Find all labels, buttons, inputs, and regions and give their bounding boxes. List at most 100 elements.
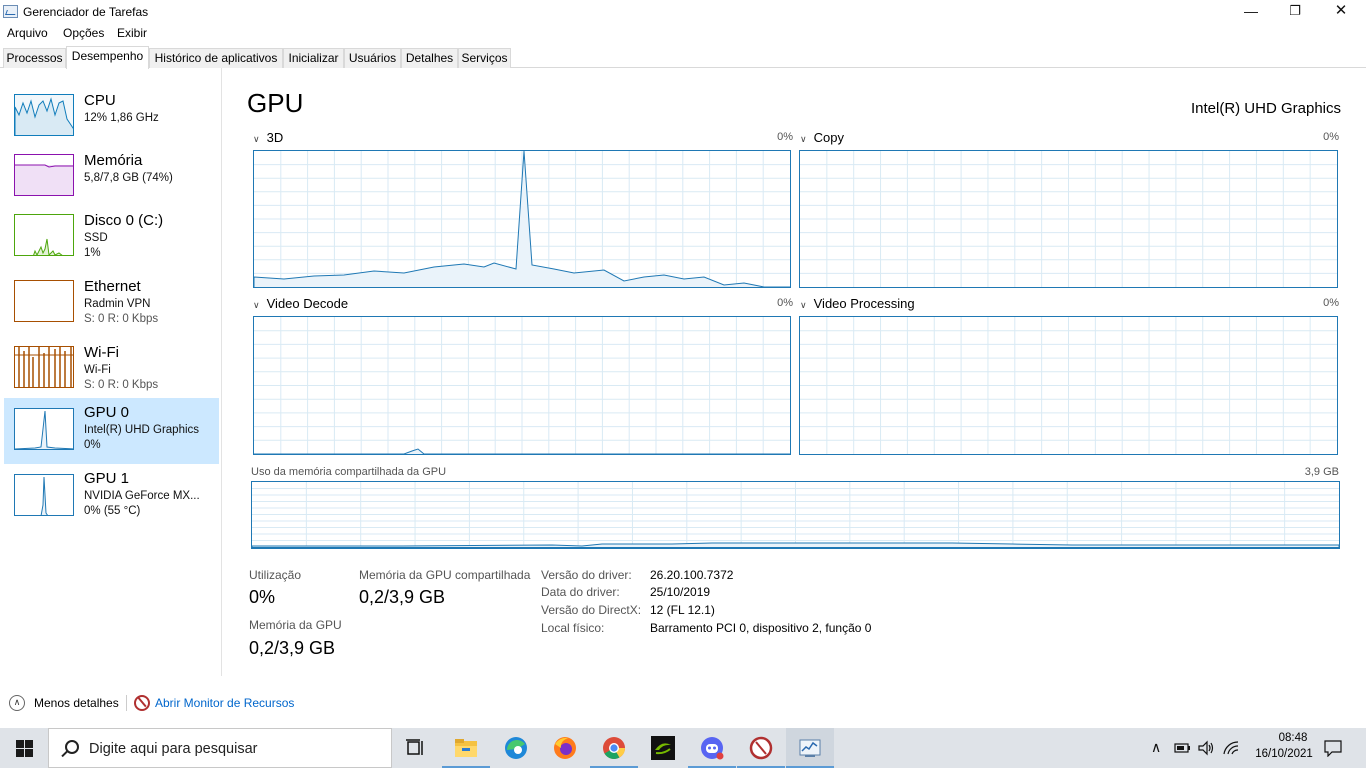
graph-title-3d[interactable]: ∨ 3D [253,130,283,145]
taskbar-clock-time[interactable]: 08:48 [1264,732,1322,744]
gpu-memory-value: 0,2/3,9 GB [249,638,336,658]
tab-bar: Processos Desempenho Histórico de aplica… [0,46,1366,69]
shared-memory-max: 3,9 GB [1304,466,1339,478]
graph-percent-video-processing: 0% [1323,297,1339,309]
restore-button[interactable]: ❐ [1272,0,1318,24]
resource-monitor-icon[interactable] [134,695,150,711]
graph-title-copy[interactable]: ∨ Copy [800,130,844,145]
volume-icon[interactable] [1197,740,1215,756]
chevron-down-icon: ∨ [253,134,260,144]
shared-gpu-memory-label: Memória da GPU compartilhada [359,568,531,582]
sidebar-item-detail-2: 1% [84,247,101,259]
gpu0-thumbnail [14,408,74,450]
taskbar: Digite aqui para pesquisar ∧ 08:48 16/10… [0,728,1366,768]
graph-title-video-decode[interactable]: ∨ Video Decode [253,296,348,311]
close-button[interactable]: ✕ [1318,0,1364,24]
page-title: GPU [247,88,304,118]
sidebar-item-wifi[interactable]: Wi-Fi Wi-Fi S: 0 R: 0 Kbps [4,338,219,404]
menu-opcoes[interactable]: Opções [63,26,104,40]
task-manager-app-icon[interactable] [797,735,823,761]
taskbar-clock-date[interactable]: 16/10/2021 [1248,748,1320,760]
gpu-model-name: Intel(R) UHD Graphics [1190,100,1341,117]
sidebar-item-detail: 5,8/7,8 GB (74%) [84,172,173,184]
wifi-thumbnail [14,346,74,388]
firefox-icon[interactable] [552,735,578,761]
sidebar-item-title: Wi-Fi [84,344,119,361]
sidebar-item-title: Disco 0 (C:) [84,212,164,229]
sidebar-item-detail: Wi-Fi [84,364,111,376]
sidebar-item-detail-2: S: 0 R: 0 Kbps [84,313,159,325]
graph-title-video-processing[interactable]: ∨ Video Processing [800,296,915,311]
chevron-down-icon: ∨ [253,300,260,310]
resource-sidebar: CPU 12% 1,86 GHz Memória 5,8/7,8 GB (74%… [0,68,222,676]
physical-location-value: Barramento PCI 0, dispositivo 2, função … [650,621,872,635]
file-explorer-icon[interactable] [453,735,479,761]
task-manager-icon [3,5,18,18]
sidebar-item-title: GPU 0 [84,404,130,421]
sidebar-item-disco[interactable]: Disco 0 (C:) SSD 1% [4,206,219,272]
tab-processos[interactable]: Processos [3,48,66,68]
tab-usuarios[interactable]: Usuários [344,48,401,68]
sidebar-item-memoria[interactable]: Memória 5,8/7,8 GB (74%) [4,146,219,212]
nvidia-icon[interactable] [650,735,676,761]
wifi-network-icon[interactable] [1222,740,1240,756]
chevron-down-icon: ∨ [800,134,807,144]
discord-icon[interactable] [699,735,725,761]
window-title: Gerenciador de Tarefas [23,5,149,19]
graph-copy [799,150,1338,288]
disk-thumbnail [14,214,74,256]
search-icon [65,740,79,754]
sidebar-item-title: Memória [84,152,143,169]
minimize-button[interactable]: — [1228,0,1274,24]
graph-percent-3d: 0% [777,131,793,143]
sidebar-item-detail: 12% 1,86 GHz [84,112,159,124]
battery-icon[interactable] [1173,740,1191,756]
sidebar-item-gpu-1[interactable]: GPU 1 NVIDIA GeForce MX... 0% (55 °C) [4,464,219,530]
chevron-up-icon[interactable]: ∧ [9,695,25,711]
cpu-thumbnail [14,94,74,136]
open-resource-monitor-link[interactable]: Abrir Monitor de Recursos [155,696,294,710]
graph-percent-video-decode: 0% [777,297,793,309]
utilization-value: 0% [249,587,276,607]
graph-percent-copy: 0% [1323,131,1339,143]
tab-desempenho[interactable]: Desempenho [66,46,149,69]
gpu-memory-label: Memória da GPU [249,618,342,632]
sidebar-item-detail-2: 0% [84,439,101,451]
footer-bar: ∧ Menos detalhes Abrir Monitor de Recurs… [0,690,1366,716]
resource-monitor-app-icon[interactable] [748,735,774,761]
graph-video-processing [799,316,1338,455]
sidebar-item-title: Ethernet [84,278,141,295]
shared-gpu-memory-value: 0,2/3,9 GB [359,587,446,607]
less-details-button[interactable]: Menos detalhes [34,696,119,710]
menu-exibir[interactable]: Exibir [117,26,147,40]
sidebar-item-title: GPU 1 [84,470,130,487]
title-bar: Gerenciador de Tarefas — ❐ ✕ [0,0,1366,24]
tab-historico[interactable]: Histórico de aplicativos [149,48,283,68]
driver-date-label: Data do driver: [541,585,620,599]
sidebar-item-gpu-0[interactable]: GPU 0 Intel(R) UHD Graphics 0% [4,398,219,464]
sidebar-item-detail-2: 0% (55 °C) [84,505,141,517]
taskbar-search-box[interactable]: Digite aqui para pesquisar [48,728,392,768]
sidebar-item-detail-2: S: 0 R: 0 Kbps [84,379,159,391]
windows-logo-icon [16,740,24,748]
graph-3d [253,150,791,288]
show-hidden-icons-chevron-icon[interactable]: ∧ [1151,739,1161,756]
task-view-icon[interactable] [403,735,429,761]
tab-inicializar[interactable]: Inicializar [283,48,344,68]
tab-servicos[interactable]: Serviços [458,48,511,68]
tab-detalhes[interactable]: Detalhes [401,48,458,68]
menu-arquivo[interactable]: Arquivo [7,26,48,40]
utilization-label: Utilização [249,568,302,582]
sidebar-item-cpu[interactable]: CPU 12% 1,86 GHz [4,86,219,152]
notification-center-icon[interactable] [1323,739,1343,757]
sidebar-item-detail: SSD [84,232,108,244]
sidebar-item-title: CPU [84,92,116,109]
sidebar-item-ethernet[interactable]: Ethernet Radmin VPN S: 0 R: 0 Kbps [4,272,219,338]
gpu1-thumbnail [14,474,74,516]
start-button[interactable] [0,728,48,768]
graph-shared-memory [251,481,1340,549]
sidebar-item-detail: Radmin VPN [84,298,151,310]
directx-version-value: 12 (FL 12.1) [650,603,715,617]
chrome-icon[interactable] [601,735,627,761]
edge-icon[interactable] [503,735,529,761]
